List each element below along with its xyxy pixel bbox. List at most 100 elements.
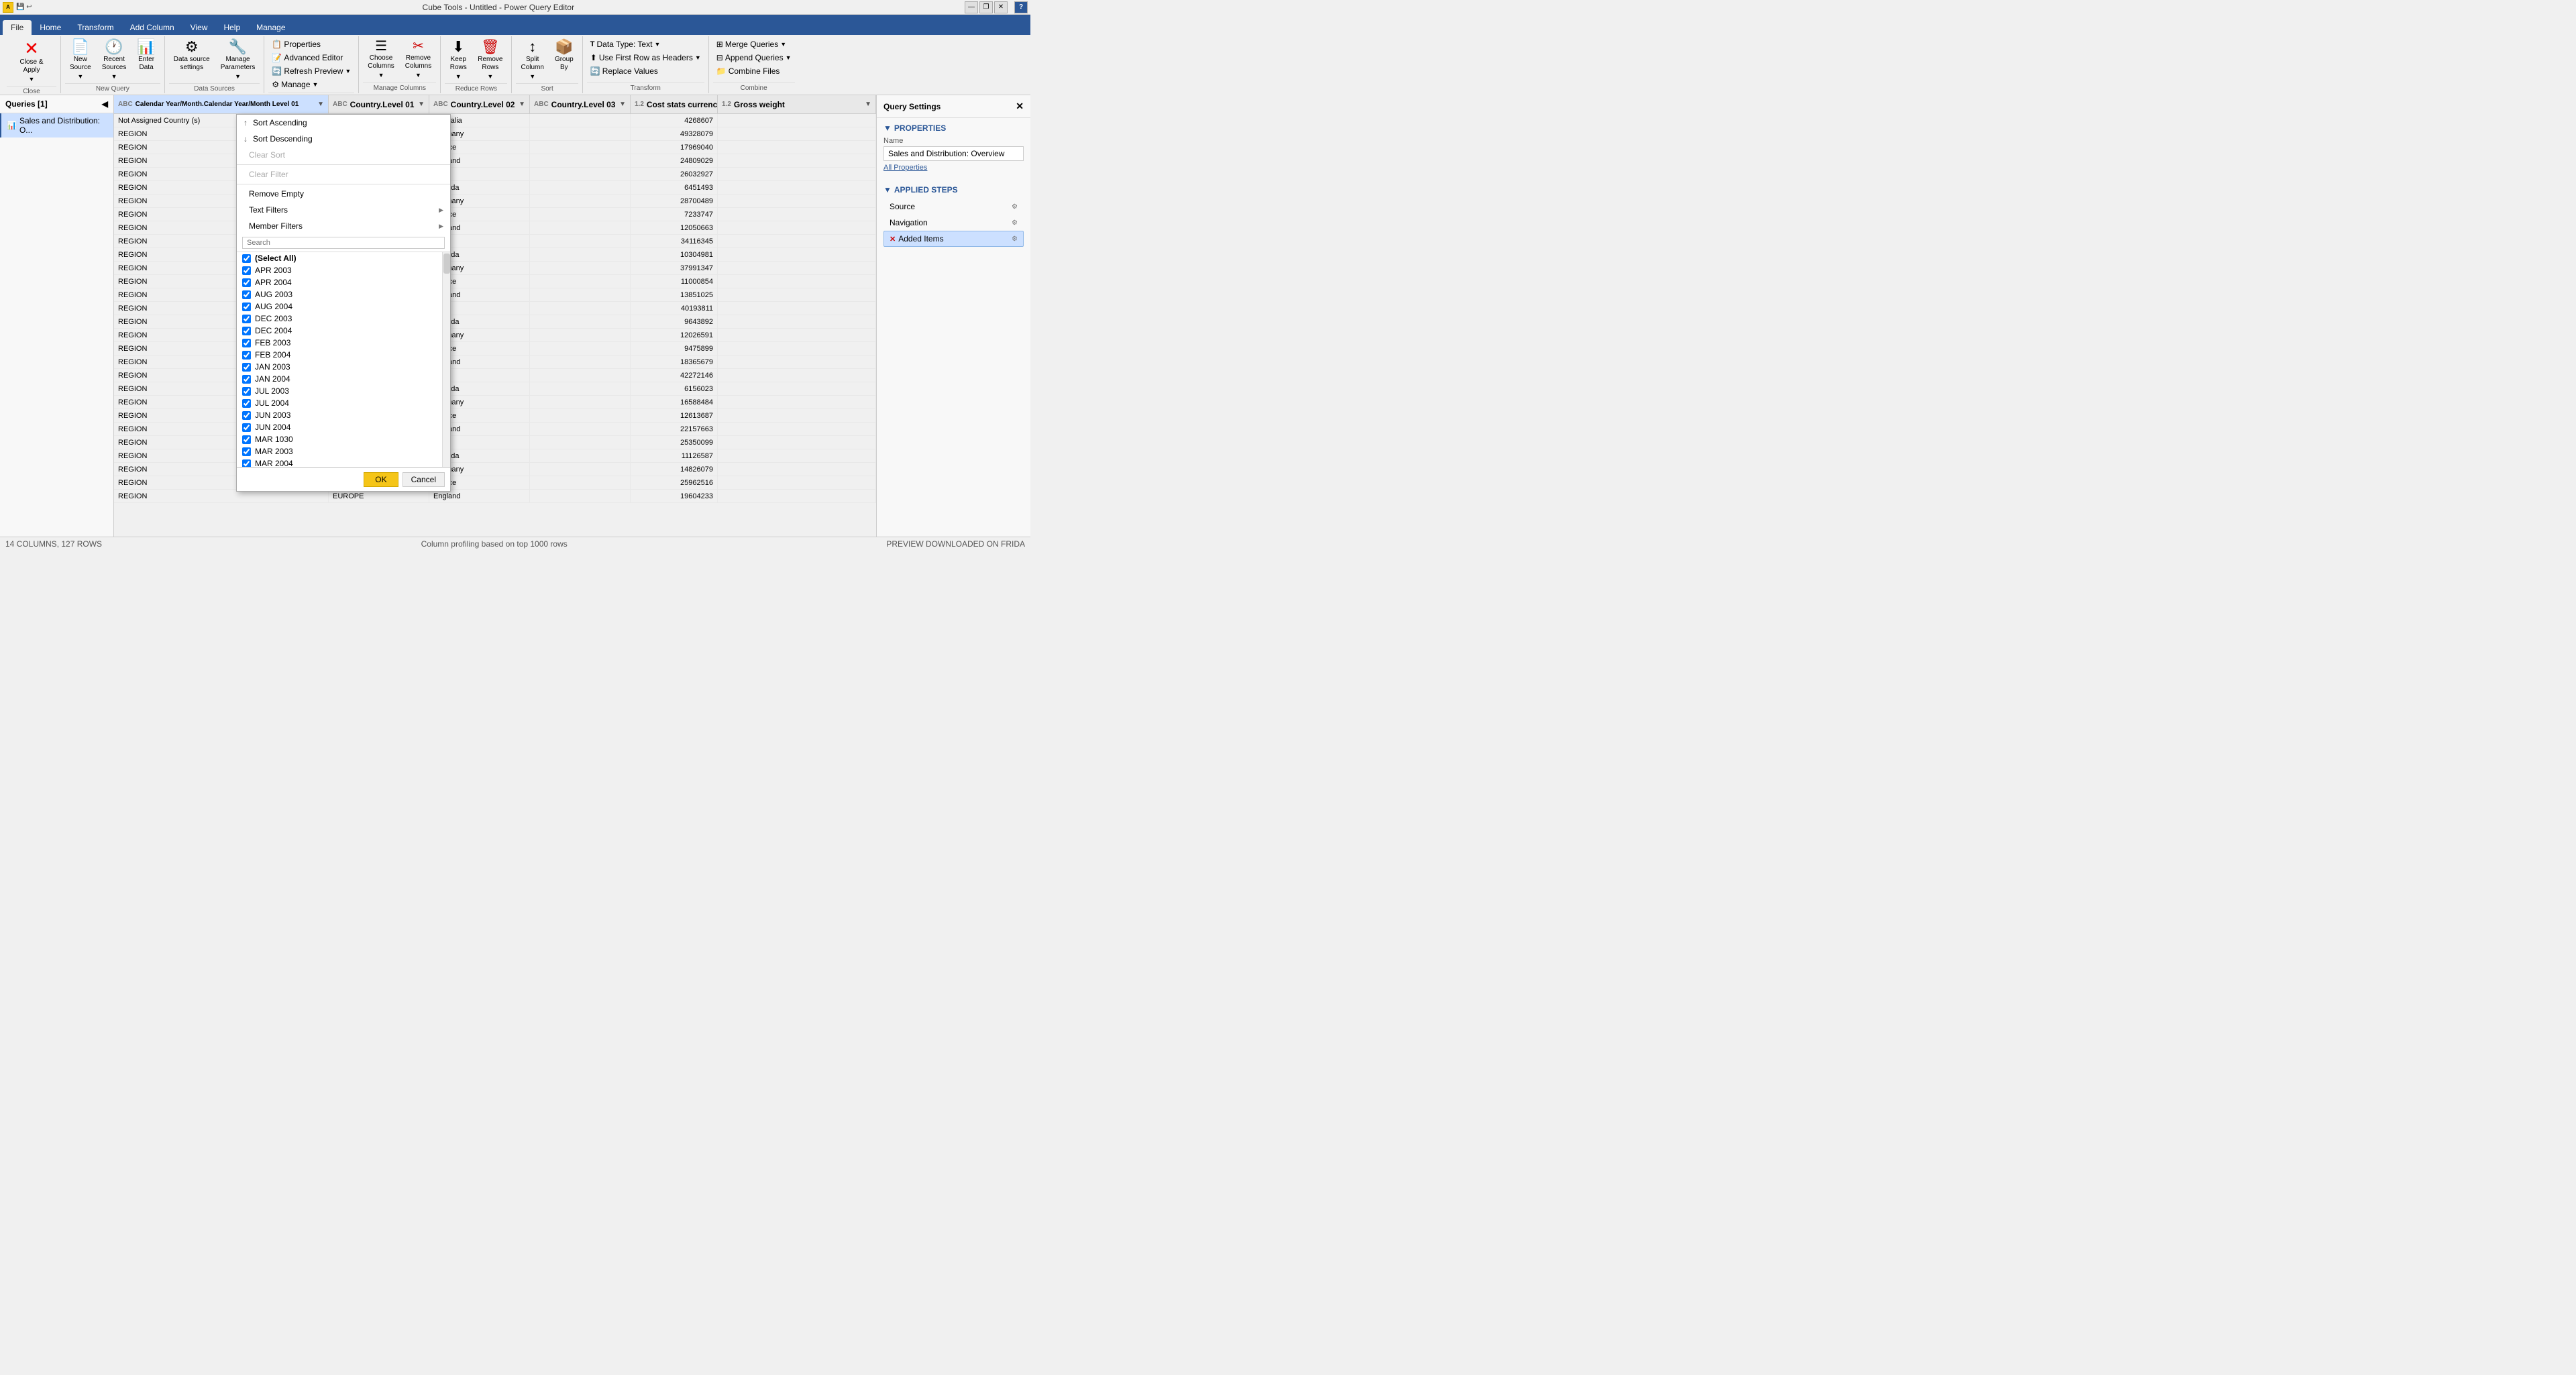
restore-button[interactable]: ❐ bbox=[979, 1, 993, 13]
col-filter-cal-year-month[interactable]: ▼ bbox=[317, 101, 324, 108]
data-source-settings-button[interactable]: ⚙ Data sourcesettings bbox=[169, 38, 215, 74]
filter-list-checkbox[interactable] bbox=[242, 375, 251, 384]
append-queries-button[interactable]: ⊟ Append Queries ▼ bbox=[713, 51, 795, 64]
filter-list-checkbox[interactable] bbox=[242, 351, 251, 360]
filter-list-checkbox[interactable] bbox=[242, 278, 251, 287]
filter-list-item[interactable]: JAN 2003 bbox=[237, 361, 442, 373]
step-added-items-gear-icon[interactable]: ⚙ bbox=[1012, 235, 1018, 243]
step-delete-icon[interactable]: ✕ bbox=[890, 235, 896, 243]
tab-home[interactable]: Home bbox=[32, 20, 69, 35]
tab-view[interactable]: View bbox=[182, 20, 216, 35]
filter-list-checkbox[interactable] bbox=[242, 290, 251, 299]
filter-scrollbar-thumb[interactable] bbox=[443, 254, 450, 274]
col-header-cal-year-month[interactable]: ABC Calendar Year/Month.Calendar Year/Mo… bbox=[114, 95, 329, 113]
filter-list-checkbox[interactable] bbox=[242, 254, 251, 263]
table-row[interactable]: REGIONEUROPEGermany14826079 bbox=[114, 463, 876, 476]
table-row[interactable]: REGIONAMERICACanada9643892 bbox=[114, 315, 876, 329]
text-filters-item[interactable]: Text Filters bbox=[237, 202, 450, 218]
manage-parameters-button[interactable]: 🔧 ManageParameters ▼ bbox=[216, 38, 260, 82]
table-body[interactable]: Not Assigned Country (s)Australia4268607… bbox=[114, 114, 876, 537]
member-filters-item[interactable]: Member Filters bbox=[237, 218, 450, 234]
table-row[interactable]: REGIONAMERICAUSA40193811 bbox=[114, 302, 876, 315]
applied-step-navigation[interactable]: Navigation ⚙ bbox=[883, 215, 1024, 231]
table-row[interactable]: REGIONEUROPEFrance25962516 bbox=[114, 476, 876, 490]
filter-list-item[interactable]: MAR 2004 bbox=[237, 457, 442, 467]
replace-values-button[interactable]: 🔄 Replace Values bbox=[587, 64, 704, 78]
table-row[interactable]: REGIONEUROPEGermany28700489 bbox=[114, 195, 876, 208]
keep-rows-button[interactable]: ⬇ KeepRows ▼ bbox=[445, 38, 472, 82]
remove-rows-button[interactable]: 🗑 RemoveRows ▼ bbox=[473, 38, 507, 82]
use-first-row-button[interactable]: ⬆ Use First Row as Headers ▼ bbox=[587, 51, 704, 64]
table-row[interactable]: REGIONEUROPEEngland12050663 bbox=[114, 221, 876, 235]
remove-columns-button[interactable]: ✂ RemoveColumns ▼ bbox=[400, 38, 436, 80]
filter-list-item[interactable]: AUG 2003 bbox=[237, 288, 442, 300]
table-row[interactable]: REGIONEUROPEGermany49328079 bbox=[114, 127, 876, 141]
manage-button[interactable]: ⚙ Manage ▼ bbox=[268, 78, 354, 91]
sort-ascending-item[interactable]: ↑ Sort Ascending bbox=[237, 115, 450, 131]
tab-transform[interactable]: Transform bbox=[69, 20, 121, 35]
close-apply-button[interactable]: ✕ Close & Apply ▼ bbox=[7, 38, 56, 85]
table-row[interactable]: REGIONEUROPEFrance9475899 bbox=[114, 342, 876, 355]
remove-empty-item[interactable]: Remove Empty bbox=[237, 186, 450, 202]
settings-close-icon[interactable]: ✕ bbox=[1016, 101, 1024, 112]
table-row[interactable]: REGIONEUROPEEngland22157663 bbox=[114, 423, 876, 436]
filter-list-checkbox[interactable] bbox=[242, 447, 251, 456]
col-header-gross-weight[interactable]: 1.2 Gross weight ▼ bbox=[718, 95, 876, 113]
filter-list-checkbox[interactable] bbox=[242, 459, 251, 468]
filter-list-item[interactable]: APR 2003 bbox=[237, 264, 442, 276]
col-header-cost-stats[interactable]: 1.2 Cost stats currency ▼ bbox=[631, 95, 718, 113]
filter-scrollbar[interactable] bbox=[442, 252, 450, 467]
table-row[interactable]: REGIONEUROPEFrance17969040 bbox=[114, 141, 876, 154]
minimize-button[interactable]: — bbox=[965, 1, 978, 13]
all-properties-link[interactable]: All Properties bbox=[883, 161, 1024, 174]
filter-list-item[interactable]: (Select All) bbox=[237, 252, 442, 264]
filter-list-item[interactable]: JUL 2003 bbox=[237, 385, 442, 397]
table-row[interactable]: REGIONEUROPEGermany37991347 bbox=[114, 262, 876, 275]
filter-list-checkbox[interactable] bbox=[242, 423, 251, 432]
filter-list-item[interactable]: JUN 2004 bbox=[237, 421, 442, 433]
new-source-button[interactable]: 📄 NewSource ▼ bbox=[65, 38, 96, 82]
filter-list-item[interactable]: JUN 2003 bbox=[237, 409, 442, 421]
filter-ok-button[interactable]: OK bbox=[364, 472, 398, 487]
help-button[interactable]: ? bbox=[1014, 1, 1028, 13]
filter-list-checkbox[interactable] bbox=[242, 327, 251, 335]
tab-manage[interactable]: Manage bbox=[248, 20, 293, 35]
filter-list-item[interactable]: JAN 2004 bbox=[237, 373, 442, 385]
filter-list-item[interactable]: APR 2004 bbox=[237, 276, 442, 288]
col-header-country-l01[interactable]: ABC Country.Level 01 ▼ bbox=[329, 95, 429, 113]
filter-list-item[interactable]: AUG 2004 bbox=[237, 300, 442, 313]
query-item-sales-dist[interactable]: 📊 Sales and Distribution: O... bbox=[0, 113, 113, 138]
col-header-country-l02[interactable]: ABC Country.Level 02 ▼ bbox=[429, 95, 530, 113]
col-filter-country-l02[interactable]: ▼ bbox=[519, 101, 525, 108]
filter-cancel-button[interactable]: Cancel bbox=[402, 472, 445, 487]
advanced-editor-button[interactable]: 📝 Advanced Editor bbox=[268, 51, 354, 64]
table-row[interactable]: REGIONAMERICAUSA34116345 bbox=[114, 235, 876, 248]
recent-sources-button[interactable]: 🕐 RecentSources ▼ bbox=[97, 38, 131, 82]
table-row[interactable]: REGIONEUROPEEngland13851025 bbox=[114, 288, 876, 302]
split-column-button[interactable]: ↕ SplitColumn ▼ bbox=[516, 38, 548, 82]
tab-add-column[interactable]: Add Column bbox=[122, 20, 182, 35]
name-input[interactable] bbox=[883, 146, 1024, 161]
table-row[interactable]: REGIONAMERICACanada6451493 bbox=[114, 181, 876, 195]
filter-list-item[interactable]: MAR 2003 bbox=[237, 445, 442, 457]
table-row[interactable]: REGIONEUROPEGermany16588484 bbox=[114, 396, 876, 409]
group-by-button[interactable]: 📦 GroupBy bbox=[550, 38, 578, 74]
filter-list-item[interactable]: JUL 2004 bbox=[237, 397, 442, 409]
properties-button[interactable]: 📋 Properties bbox=[268, 38, 354, 51]
filter-list-checkbox[interactable] bbox=[242, 302, 251, 311]
table-row[interactable]: REGIONAMERICAUSA42272146 bbox=[114, 369, 876, 382]
sort-descending-item[interactable]: ↓ Sort Descending bbox=[237, 131, 450, 147]
collapse-icon[interactable]: ◀ bbox=[102, 99, 108, 109]
col-header-country-l03[interactable]: ABC Country.Level 03 ▼ bbox=[530, 95, 631, 113]
col-filter-country-l03[interactable]: ▼ bbox=[619, 101, 626, 108]
filter-dropdown[interactable]: ↑ Sort Ascending ↓ Sort Descending Clear… bbox=[236, 114, 451, 492]
choose-columns-button[interactable]: ☰ ChooseColumns ▼ bbox=[363, 38, 398, 80]
table-row[interactable]: Not Assigned Country (s)Australia4268607 bbox=[114, 114, 876, 127]
enter-data-button[interactable]: 📊 EnterData bbox=[132, 38, 160, 74]
filter-list-item[interactable]: DEC 2004 bbox=[237, 325, 442, 337]
applied-step-source[interactable]: Source ⚙ bbox=[883, 199, 1024, 215]
filter-list-checkbox[interactable] bbox=[242, 363, 251, 372]
applied-step-added-items[interactable]: ✕ Added Items ⚙ bbox=[883, 231, 1024, 247]
filter-list-checkbox[interactable] bbox=[242, 387, 251, 396]
table-row[interactable]: REGIONEUROPEEngland24809029 bbox=[114, 154, 876, 168]
